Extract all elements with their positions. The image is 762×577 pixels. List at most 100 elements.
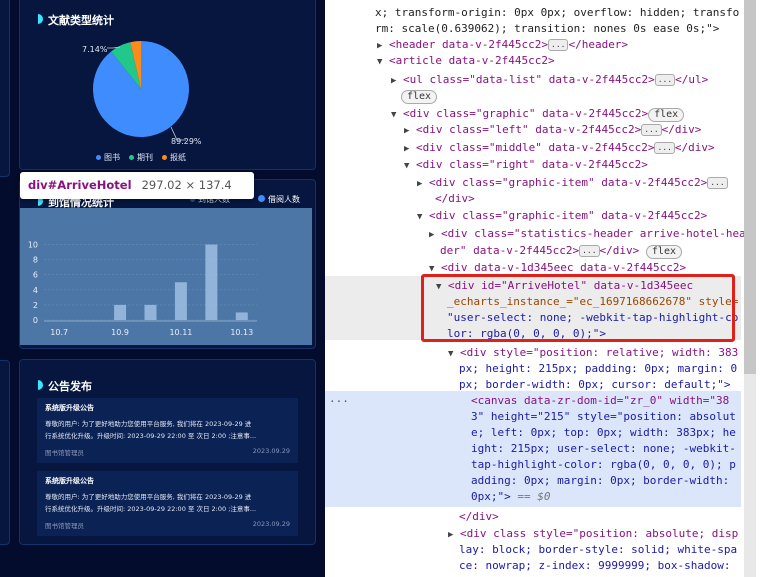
node-attr: adding: 0px; margin: 0px; border-width: [471, 474, 730, 487]
collapse-triangle-icon[interactable]: ▼ [391, 110, 396, 120]
flex-badge[interactable]: flex [645, 245, 682, 259]
dom-attr-line: px; height: 215px; padding: 0px; margin:… [459, 361, 737, 377]
dom-attr-line: ce: nowrap; z-index: 9999999; box-shadow… [459, 558, 731, 574]
dom-attr-line: 0px;"> == $0 [471, 489, 551, 505]
node-attr: px; border-width: 0px; cursor: default;"… [459, 378, 731, 391]
node-tag: <div class="right" data-v-2f445cc2> [416, 158, 648, 171]
row-more-icon[interactable]: ... [329, 391, 349, 407]
notice-item-body: 尊敬的用户: 为了更好地助力您使用平台服务, 我们将在 2023-09-29 进… [45, 491, 290, 515]
notice-item[interactable]: 系统版升级公告 尊敬的用户: 为了更好地助力您使用平台服务, 我们将在 2023… [37, 471, 298, 536]
node-tag: </div> [661, 123, 702, 136]
dashboard-preview: 文献类型统计 89.29% 7.14% 图书 期刊 报纸 到馆情况统计 到馆人数 … [0, 0, 325, 577]
y-tick-label: 2 [33, 301, 38, 310]
dom-node-graphic[interactable]: ▼ <div class="graphic" data-v-2f445cc2> f… [391, 106, 685, 123]
x-tick-label: 10.11 [169, 328, 192, 337]
node-tag: </ul> [675, 73, 709, 86]
node-attr: tap-highlight-color: rgba(0, 0, 0, 0); p [471, 458, 736, 471]
ellipsis-icon[interactable]: ... [654, 142, 675, 154]
dom-node-graphic-item[interactable]: ▼ <div class="graphic-item" data-v-2f445… [417, 208, 707, 225]
dom-attr-line: px; border-width: 0px; cursor: default;"… [459, 377, 731, 393]
node-tag: <div class="middle" data-v-2f445cc2> [416, 141, 655, 154]
tooltip-size: 297.02 × 137.4 [141, 178, 232, 192]
devtools-scrollbar-thumb[interactable] [744, 0, 756, 374]
dom-attr-line: e; left: 0px; top: 0px; width: 383px; he [471, 425, 736, 441]
notice-author: 图书馆管理员 [45, 449, 84, 457]
notice-item-body: 尊敬的用户: 为了更好地助力您使用平台服务, 我们将在 2023-09-29 进… [45, 418, 290, 442]
y-tick-label: 0 [33, 316, 38, 325]
x-tick-label: 10.13 [230, 328, 253, 337]
node-tag: der" data-v-2f445cc2> [440, 244, 580, 257]
expand-triangle-icon[interactable]: ▶ [391, 76, 396, 86]
flex-badge[interactable]: flex [648, 108, 685, 122]
ellipsis-icon[interactable]: ... [641, 124, 662, 136]
dom-style-text: rm: scale(0.639062); transition: nones 0… [375, 22, 720, 35]
node-attr: ight: 215px; user-select: none; -webkit- [471, 442, 736, 455]
dom-attr-line: adding: 0px; margin: 0px; border-width: [471, 473, 729, 489]
notice-body-line: 行系统优化升级。升级时间: 2023-09-29 22:00 至 次日 2:00… [45, 432, 257, 440]
ellipsis-icon[interactable]: ... [579, 245, 600, 257]
dom-node-ul[interactable]: ▶ <ul class="data-list" data-v-2f445cc2>… [391, 72, 708, 89]
dom-attr-line: lay: block; border-style: solid; white-s… [459, 542, 737, 558]
expand-triangle-icon[interactable]: ▶ [377, 41, 382, 51]
node-tag: <div class="statistics-header arrive-hot… [441, 227, 746, 240]
ellipsis-icon[interactable]: ... [654, 74, 676, 86]
dom-node-right[interactable]: ▼ <div class="right" data-v-2f445cc2> [404, 157, 648, 174]
node-attr: px; height: 215px; padding: 0px; margin:… [459, 362, 738, 375]
y-tick-label: 6 [33, 271, 38, 280]
bar[interactable] [174, 282, 187, 320]
dom-node-article[interactable]: ▼ <article data-v-2f445cc2> [377, 53, 555, 70]
expand-triangle-icon[interactable]: ▶ [448, 530, 453, 540]
node-tag: </div> [459, 510, 499, 523]
node-attr: e; left: 0px; top: 0px; width: 383px; he [471, 426, 736, 439]
ellipsis-icon[interactable]: ... [707, 177, 728, 189]
dom-node-graphic-item[interactable]: ▶ <div class="graphic-item" data-v-2f445… [417, 175, 728, 192]
notice-body-line: 尊敬的用户: 为了更好地助力您使用平台服务, 我们将在 2023-09-29 进 [45, 420, 252, 428]
dom-node-middle[interactable]: ▶ <div class="middle" data-v-2f445cc2>..… [404, 140, 715, 157]
annotation-red-box [421, 274, 735, 342]
dom-node-relative-div[interactable]: ▼ <div style="position: relative; width:… [448, 345, 738, 362]
flex-badge[interactable]: flex [401, 90, 438, 104]
collapse-triangle-icon[interactable]: ▼ [377, 57, 382, 67]
dom-node-tooltip-div[interactable]: ▶ <div class style="position: absolute; … [448, 526, 738, 543]
dom-attr-line: ight: 215px; user-select: none; -webkit- [471, 441, 736, 457]
notice-title: 公告发布 [38, 380, 92, 393]
dom-node-left[interactable]: ▶ <div class="left" data-v-2f445cc2>... <… [404, 122, 701, 139]
collapse-triangle-icon[interactable]: ▼ [417, 212, 422, 222]
dom-node-statistics-header-cont[interactable]: der" data-v-2f445cc2>... </div> flex [440, 243, 682, 259]
tooltip-selector: div#ArriveHotel [28, 178, 132, 192]
node-tag: <div class="graphic-item" data-v-2f445cc… [429, 176, 708, 189]
node-tag: <canvas data-zr-dom-id="zr_0" width="38 [471, 394, 730, 407]
y-tick-label: 8 [33, 256, 38, 265]
node-tag: </div> [435, 192, 475, 205]
expand-triangle-icon[interactable]: ▶ [417, 179, 422, 189]
dom-close-tag: </div> [435, 191, 475, 207]
x-tick-label: 10.9 [111, 328, 129, 337]
node-tag: <div class="graphic-item" data-v-2f445cc… [429, 209, 708, 222]
node-tag: <div style="position: relative; width: 3… [460, 346, 739, 359]
bar[interactable] [205, 244, 218, 320]
bar[interactable] [235, 312, 248, 320]
node-tag: <div data-v-1d345eec data-v-2f445cc2> [441, 261, 687, 274]
bar[interactable] [144, 304, 157, 320]
notice-item[interactable]: 系统版升级公告 尊敬的用户: 为了更好地助力您使用平台服务, 我们将在 2023… [37, 398, 298, 463]
collapse-triangle-icon[interactable]: ▼ [429, 264, 434, 274]
collapse-triangle-icon[interactable]: ▼ [404, 161, 409, 171]
bar[interactable] [114, 304, 127, 320]
expand-triangle-icon[interactable]: ▶ [404, 144, 409, 154]
ellipsis-icon[interactable]: ... [548, 39, 569, 51]
expand-triangle-icon[interactable]: ▶ [429, 230, 434, 240]
dom-node-canvas[interactable]: <canvas data-zr-dom-id="zr_0" width="38 [471, 393, 729, 409]
notice-author: 图书馆管理员 [45, 522, 84, 530]
x-tick-label: 10.7 [50, 328, 68, 337]
collapse-triangle-icon[interactable]: ▼ [448, 349, 453, 359]
node-tag: </header> [568, 38, 629, 51]
dom-node-flex-badge[interactable]: flex [401, 88, 438, 104]
node-attr: ce: nowrap; z-index: 9999999; box-shadow… [459, 559, 731, 572]
expand-triangle-icon[interactable]: ▶ [404, 126, 409, 136]
dom-node-statistics-header[interactable]: ▶ <div class="statistics-header arrive-h… [429, 226, 746, 243]
selected-node-marker: == $0 [510, 490, 551, 503]
dom-node-header[interactable]: ▶ <header data-v-2f445cc2>... </header> [377, 37, 628, 54]
node-tag: </div> [599, 244, 640, 257]
dom-close-tag: </div> [459, 509, 499, 525]
y-tick-label: 4 [33, 286, 38, 295]
